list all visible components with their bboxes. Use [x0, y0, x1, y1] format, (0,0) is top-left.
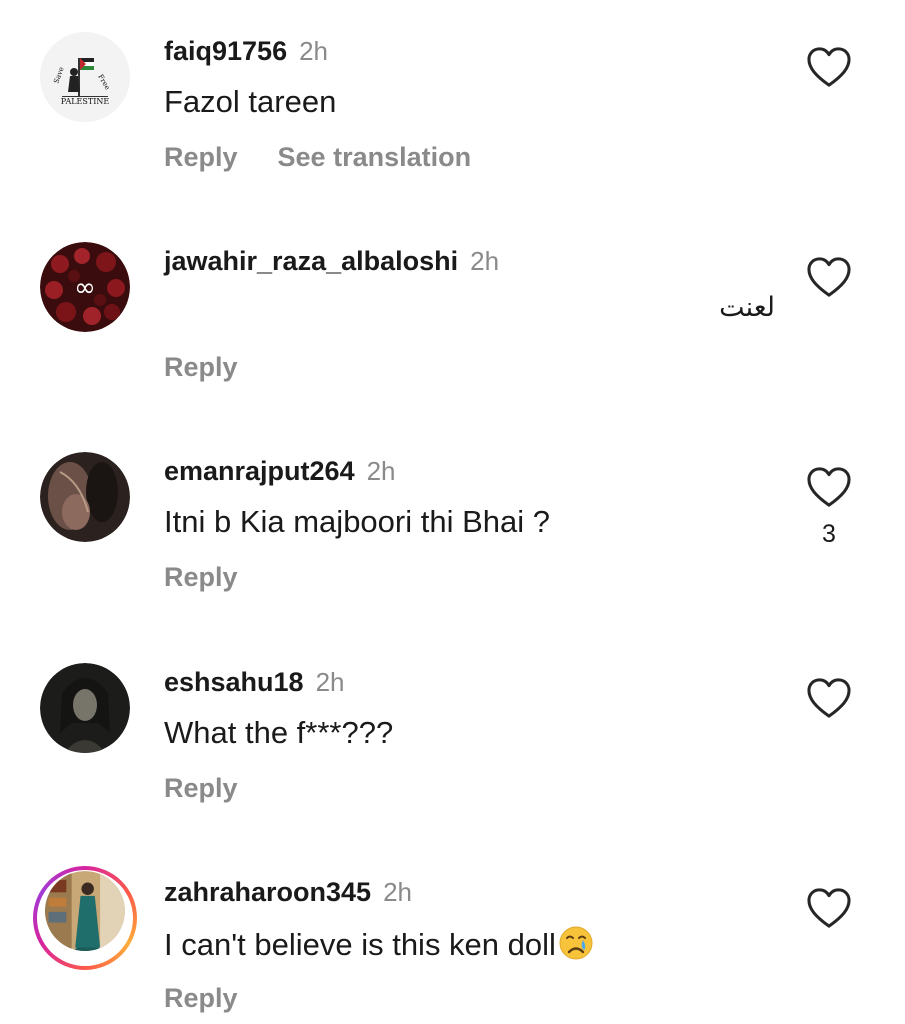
reply-button[interactable]: Reply [164, 983, 238, 1013]
avatar-image: ∞ [40, 242, 130, 332]
like-button[interactable] [806, 677, 852, 719]
like-button[interactable] [806, 887, 852, 929]
comment-text: لعنت [719, 292, 775, 323]
comment-text-content: I can't believe is this ken doll [164, 927, 556, 962]
comment-actions: Reply [164, 983, 238, 1014]
comment-text: What the f***??? [164, 715, 394, 750]
comment-actions: Reply See translation [164, 142, 471, 173]
see-translation-button[interactable]: See translation [278, 142, 472, 172]
comment-actions: Reply [164, 562, 238, 593]
heart-outline-icon [807, 678, 851, 718]
reply-button[interactable]: Reply [164, 352, 238, 382]
heart-outline-icon [807, 467, 851, 507]
like-button[interactable] [806, 466, 852, 508]
username[interactable]: faiq91756 [164, 36, 287, 66]
avatar[interactable] [40, 663, 130, 753]
comment-actions: Reply [164, 773, 238, 804]
timestamp: 2h [315, 667, 345, 697]
timestamp: 2h [383, 877, 412, 907]
timestamp: 2h [299, 36, 329, 66]
avatar[interactable]: ∞ [40, 242, 130, 332]
comment-meta: eshsahu18 2h [164, 667, 345, 698]
heart-outline-icon [807, 257, 851, 297]
comments-list: Save Free PALESTINE faiq91756 2h Fazol ta… [0, 0, 905, 1024]
like-button[interactable] [806, 256, 852, 298]
comment-actions: Reply [164, 352, 238, 383]
avatar-caption: PALESTINE [61, 97, 110, 106]
avatar-image [45, 871, 125, 951]
username[interactable]: jawahir_raza_albaloshi [164, 246, 458, 276]
reply-button[interactable]: Reply [164, 773, 238, 803]
like-count: 3 [822, 520, 836, 548]
comment-text: Fazol tareen [164, 84, 337, 119]
timestamp: 2h [470, 246, 500, 276]
comment-text: Itni b Kia majboori thi Bhai ? [164, 504, 550, 539]
like-button[interactable] [806, 46, 852, 88]
crying-face-emoji-icon [558, 925, 594, 961]
comment-meta: emanrajput264 2h [164, 456, 396, 487]
reply-button[interactable]: Reply [164, 562, 238, 592]
username[interactable]: emanrajput264 [164, 456, 355, 486]
avatar-image: Save Free PALESTINE [40, 32, 130, 122]
heart-outline-icon [807, 47, 851, 87]
avatar[interactable] [40, 452, 130, 542]
comment-meta: zahraharoon345 2h [164, 877, 412, 908]
username[interactable]: zahraharoon345 [164, 877, 371, 907]
avatar[interactable] [45, 871, 125, 951]
timestamp: 2h [366, 456, 396, 486]
avatar-symbol: ∞ [74, 273, 96, 303]
username[interactable]: eshsahu18 [164, 667, 304, 697]
comment-text: I can't believe is this ken doll [164, 925, 594, 963]
avatar-image [40, 663, 130, 753]
avatar[interactable]: Save Free PALESTINE [40, 32, 130, 122]
comment-meta: jawahir_raza_albaloshi 2h [164, 246, 499, 277]
avatar-image [40, 452, 130, 542]
reply-button[interactable]: Reply [164, 142, 238, 172]
comment-meta: faiq91756 2h [164, 36, 328, 67]
heart-outline-icon [807, 888, 851, 928]
